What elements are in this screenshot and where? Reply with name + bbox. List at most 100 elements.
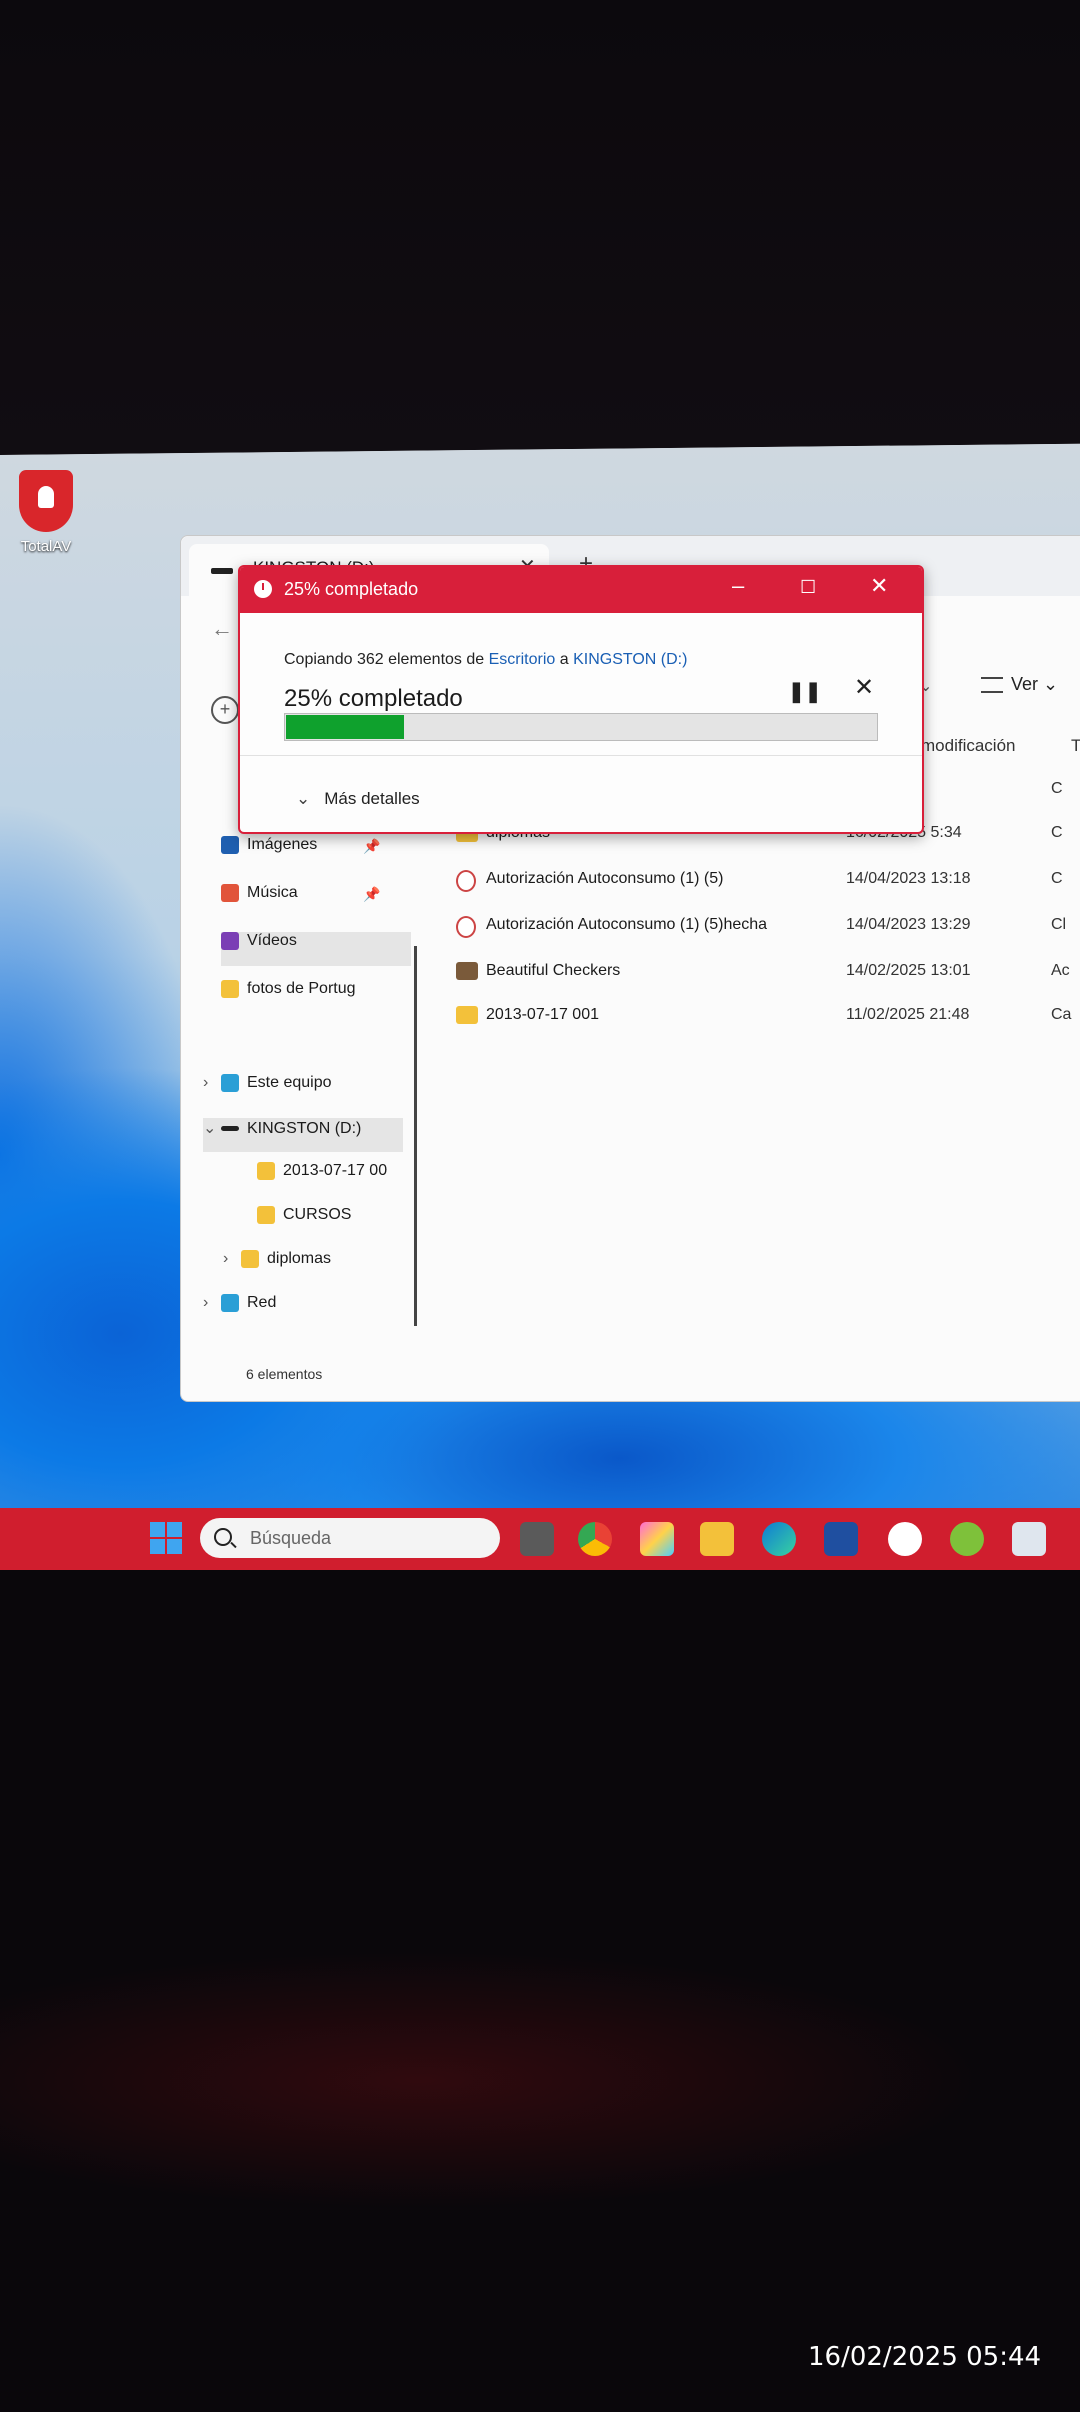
copy-info-mid: a [555, 651, 574, 668]
file-name: Autorización Autoconsumo (1) (5)hecha [486, 916, 768, 933]
tree-item-label: diplomas [267, 1250, 332, 1268]
source-link[interactable]: Escritorio [489, 651, 556, 668]
videos-icon [221, 932, 239, 950]
close-icon[interactable]: ✕ [870, 573, 888, 599]
dialog-title-bar: 25% completado – ☐ ✕ [240, 567, 922, 613]
edge-icon[interactable] [762, 1522, 796, 1556]
column-header-modified[interactable]: modificación [921, 736, 1016, 756]
tree-item[interactable]: 2013-07-17 00 [239, 1162, 439, 1196]
search-icon [214, 1528, 232, 1546]
chrome-icon[interactable] [578, 1522, 612, 1556]
copy-info-prefix: Copiando 362 elementos de [284, 651, 489, 668]
back-arrow-icon[interactable]: ← [211, 616, 233, 642]
drive-icon [221, 1126, 239, 1132]
view-lines-icon [981, 677, 1003, 694]
file-type: C [1051, 824, 1063, 841]
photos-app-icon[interactable] [640, 1522, 674, 1556]
desktop-icon-totalav[interactable]: TotalAV [14, 470, 78, 555]
file-date: 14/02/2025 13:01 [846, 962, 971, 979]
tree-item-label: KINGSTON (D:) [247, 1120, 362, 1137]
file-row[interactable]: Beautiful Checkers 14/02/2025 13:01 Ac [456, 958, 1076, 988]
dialog-title: 25% completado [284, 579, 419, 599]
folder-icon [257, 1206, 275, 1224]
chevron-down-icon: ⌄ [296, 789, 311, 808]
search-placeholder: Búsqueda [250, 1528, 332, 1548]
pause-icon[interactable]: ❚❚ [788, 679, 822, 704]
file-row[interactable]: Autorización Autoconsumo (1) (5)hecha 14/… [456, 912, 1076, 942]
sidebar-item-label: fotos de Portug [247, 980, 356, 998]
chevron-icon[interactable]: › [223, 1250, 241, 1268]
chevron-icon[interactable]: › [203, 1074, 221, 1092]
file-type: Cl [1051, 916, 1067, 933]
task-view-icon[interactable] [520, 1522, 554, 1556]
dialog-separator [240, 755, 922, 756]
progress-bar [284, 713, 878, 741]
taskbar-search-box[interactable]: Búsqueda [200, 1518, 500, 1558]
tree-item-label: 2013-07-17 00 [283, 1162, 388, 1180]
tree-item[interactable]: ⌄ KINGSTON (D:) [203, 1118, 403, 1152]
view-label: Ver [1011, 674, 1039, 694]
file-explorer-icon[interactable] [700, 1522, 734, 1556]
control-panel-icon[interactable] [1012, 1522, 1046, 1556]
percent-complete-label: 25% completado [284, 685, 463, 712]
folder-icon [241, 1250, 259, 1268]
folder-icon [221, 980, 239, 998]
file-type: C [1051, 780, 1063, 797]
music-icon [221, 884, 239, 902]
status-bar-count: 6 elementos [246, 1366, 323, 1382]
file-type: Ac [1051, 962, 1070, 979]
file-row[interactable]: Autorización Autoconsumo (1) (5) 14/04/20… [456, 866, 1076, 896]
destination-link[interactable]: KINGSTON (D:) [573, 651, 687, 668]
file-type: Ca [1051, 1006, 1072, 1023]
file-name: Autorización Autoconsumo (1) (5) [486, 870, 724, 887]
cancel-copy-icon[interactable]: ✕ [854, 673, 874, 702]
sidebar-item-imágenes[interactable]: Imágenes 📌 [221, 836, 411, 870]
store-icon[interactable] [824, 1522, 858, 1556]
sidebar-item-música[interactable]: Música 📌 [221, 884, 411, 918]
soccer-app-icon[interactable] [888, 1522, 922, 1556]
file-name: 2013-07-17 001 [486, 1006, 599, 1023]
utorrent-icon[interactable] [950, 1522, 984, 1556]
sidebar-item-label: Música [247, 884, 298, 902]
sidebar-item-vídeos[interactable]: Vídeos [221, 932, 411, 966]
folder-icon [456, 1006, 478, 1024]
minimize-icon[interactable]: – [732, 573, 744, 599]
network-icon [221, 1294, 239, 1312]
sidebar-item-fotos-de-portug[interactable]: fotos de Portug [221, 980, 411, 1014]
sidebar-item-label: Vídeos [247, 932, 297, 950]
taskbar: Búsqueda [0, 1508, 1080, 1570]
sidebar-item-label: Imágenes [247, 836, 318, 854]
new-item-icon[interactable]: + [211, 696, 239, 724]
tree-item[interactable]: › diplomas [223, 1250, 423, 1284]
chevron-icon[interactable]: ⌄ [203, 1118, 221, 1138]
pane-divider[interactable] [414, 946, 417, 1326]
more-details-label: Más detalles [324, 789, 420, 808]
tree-item-label: Red [247, 1294, 277, 1312]
tree-item[interactable]: › Este equipo [203, 1074, 403, 1108]
pin-icon: 📌 [363, 838, 381, 854]
tree-item-label: Este equipo [247, 1074, 332, 1092]
maximize-icon[interactable]: ☐ [800, 577, 816, 598]
file-date: 14/04/2023 13:18 [846, 870, 971, 887]
tree-item[interactable]: CURSOS [239, 1206, 439, 1240]
start-button[interactable] [150, 1522, 182, 1554]
view-menu-button[interactable]: Ver ⌄ [981, 674, 1058, 695]
pdf-file-icon [456, 916, 476, 938]
progress-bar-fill [286, 715, 404, 739]
column-header-type[interactable]: T [1071, 736, 1080, 756]
file-date: 11/02/2025 21:48 [846, 1006, 970, 1023]
room-reflection [0, 1920, 1080, 2320]
images-icon [221, 836, 239, 854]
room-background-top [0, 0, 1080, 455]
file-date: 14/04/2023 13:29 [846, 916, 971, 933]
drive-icon [211, 568, 233, 574]
tree-item[interactable]: › Red [203, 1294, 403, 1328]
file-row[interactable]: 2013-07-17 001 11/02/2025 21:48 Ca [456, 1002, 1076, 1032]
folder-icon [257, 1162, 275, 1180]
more-details-button[interactable]: ⌄ Más detalles [296, 789, 420, 809]
pdf-file-icon [456, 870, 476, 892]
photo-timestamp: 16/02/2025 05:44 [808, 2342, 1042, 2372]
copy-info-line: Copiando 362 elementos de Escritorio a K… [284, 651, 687, 669]
tree-item-label: CURSOS [283, 1206, 352, 1224]
chevron-icon[interactable]: › [203, 1294, 221, 1312]
